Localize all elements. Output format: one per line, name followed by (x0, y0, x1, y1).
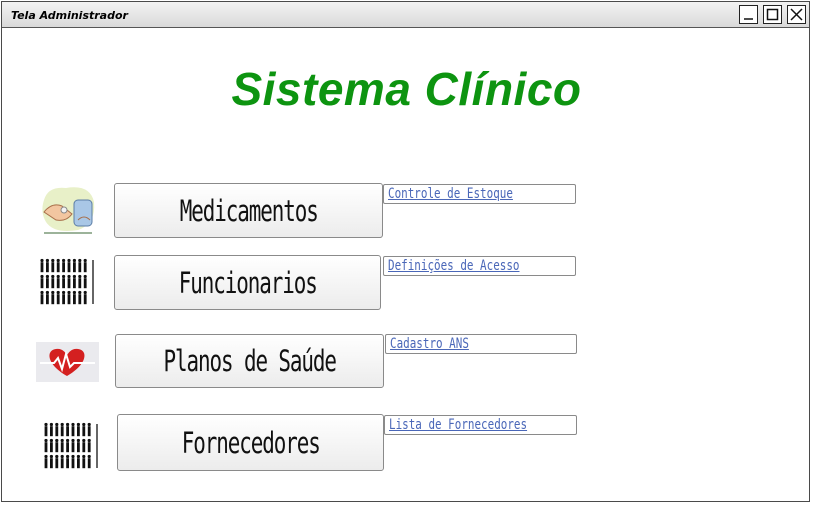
funcionarios-button[interactable]: Funcionarios (114, 255, 381, 310)
planos-saude-button[interactable]: Planos de Saúde (115, 334, 384, 388)
minimize-button[interactable] (739, 5, 758, 24)
people-icon (44, 422, 98, 469)
page-title: Sistema Clínico (231, 63, 582, 115)
planos-saude-button-label: Planos de Saúde (163, 344, 336, 378)
title-bar: Tela Administrador (2, 2, 809, 28)
medicamentos-button-label: Medicamentos (179, 193, 319, 228)
definicoes-acesso-link[interactable]: Definições de Acesso (388, 258, 519, 274)
cadastro-ans-link[interactable]: Cadastro ANS (390, 336, 469, 352)
cadastro-ans-link-box: Cadastro ANS (385, 334, 577, 354)
maximize-icon (766, 8, 779, 21)
lista-fornecedores-link[interactable]: Lista de Fornecedores (389, 417, 527, 433)
people-icon (40, 258, 94, 305)
close-button[interactable] (787, 5, 806, 24)
minimize-icon (744, 18, 753, 20)
close-icon (790, 8, 803, 21)
controle-estoque-link-box: Controle de Estoque (383, 184, 576, 204)
medicine-icon (42, 187, 95, 234)
funcionarios-button-label: Funcionarios (178, 265, 318, 300)
heart-icon (36, 342, 99, 382)
lista-fornecedores-link-box: Lista de Fornecedores (384, 415, 577, 435)
fornecedores-button[interactable]: Fornecedores (117, 414, 384, 471)
fornecedores-button-label: Fornecedores (181, 425, 321, 460)
controle-estoque-link[interactable]: Controle de Estoque (388, 186, 513, 202)
definicoes-acesso-link-box: Definições de Acesso (383, 256, 576, 276)
medicamentos-button[interactable]: Medicamentos (114, 183, 383, 238)
maximize-button[interactable] (763, 5, 782, 24)
window-title: Tela Administrador (11, 9, 128, 22)
